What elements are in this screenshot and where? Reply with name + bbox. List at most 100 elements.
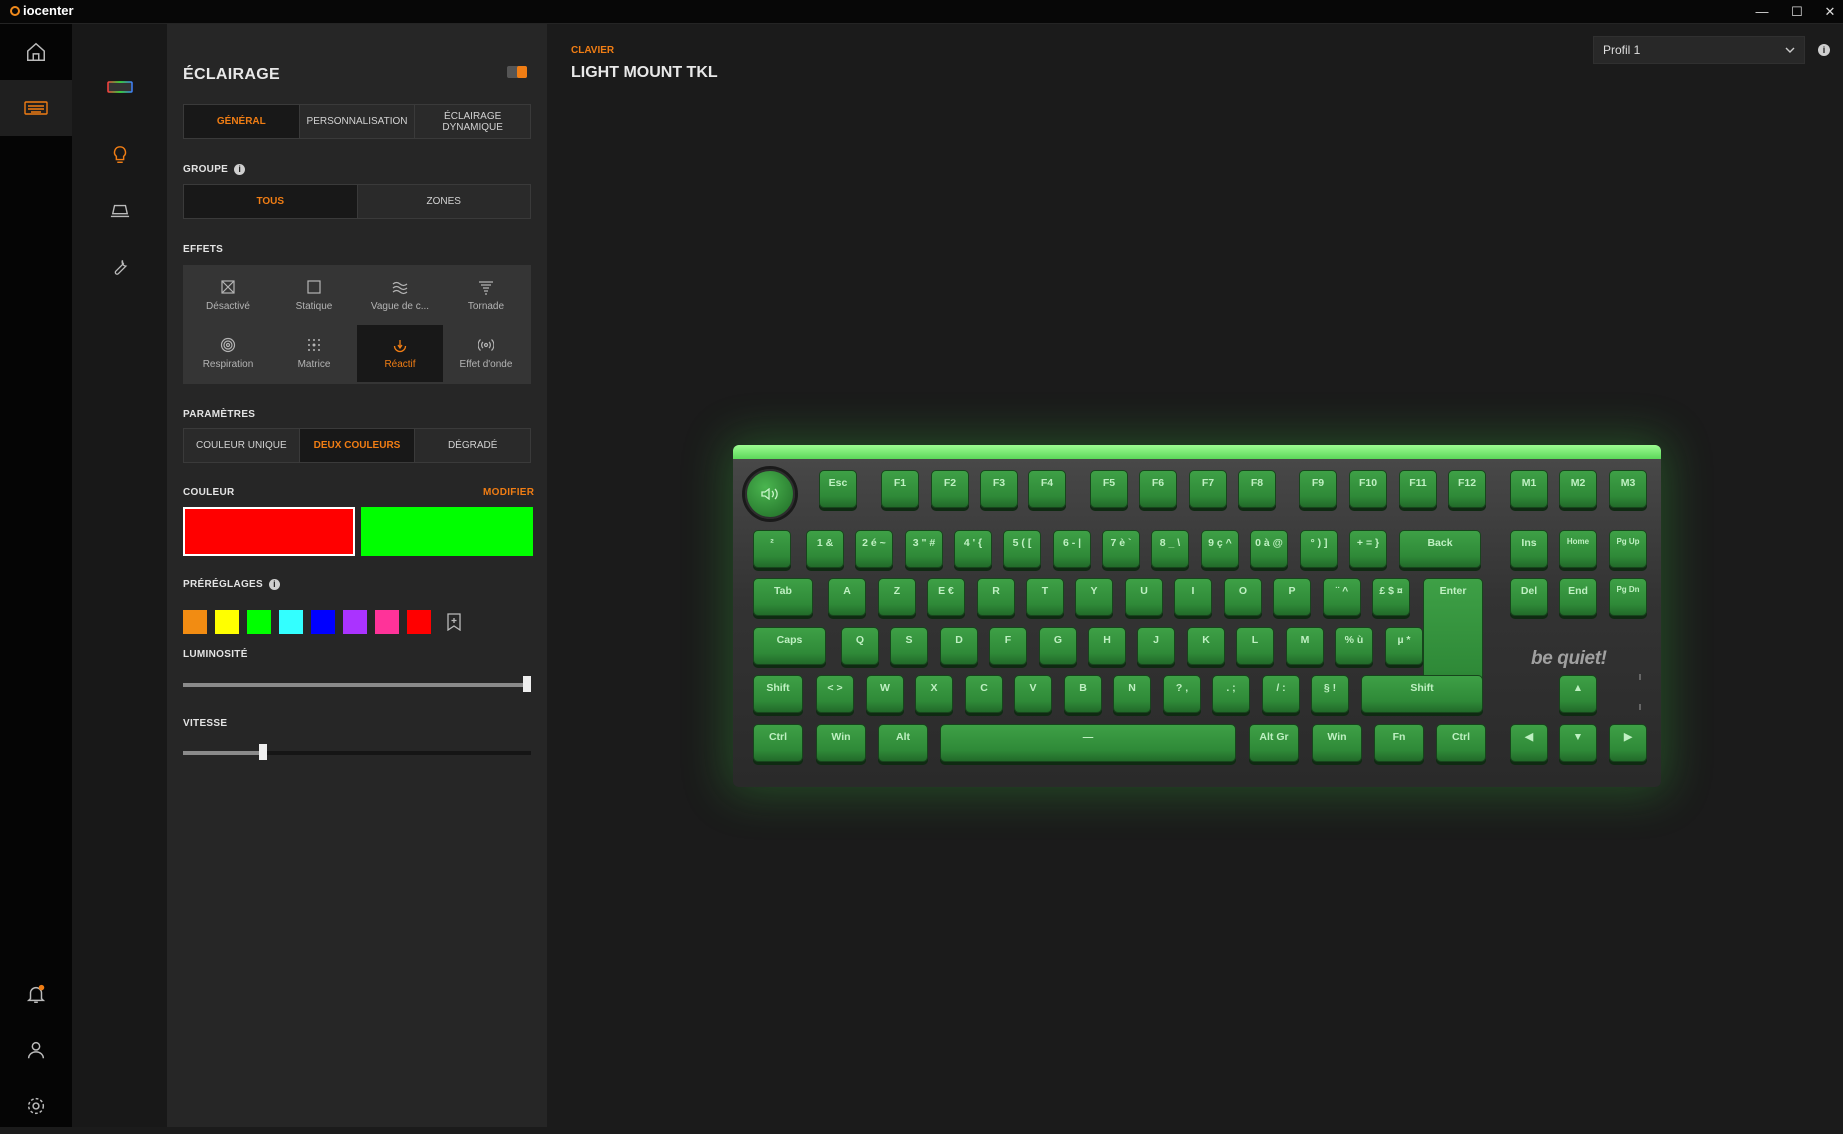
key[interactable]: Z	[878, 578, 916, 616]
close-button[interactable]: ✕	[1815, 2, 1843, 22]
maximize-button[interactable]: ☐	[1782, 2, 1812, 22]
key[interactable]: / :	[1262, 675, 1300, 713]
color-swatch-secondary[interactable]	[361, 507, 533, 556]
speed-slider[interactable]	[183, 744, 531, 760]
effect-desactive[interactable]: Désactivé	[185, 267, 271, 325]
nav-account[interactable]	[0, 1022, 72, 1078]
preset-swatch[interactable]	[183, 610, 207, 634]
key[interactable]: % ù	[1335, 627, 1373, 665]
nav-settings[interactable]	[0, 1078, 72, 1134]
key[interactable]: F9	[1299, 470, 1337, 508]
key[interactable]: F10	[1349, 470, 1387, 508]
key[interactable]: M2	[1559, 470, 1597, 508]
group-all[interactable]: TOUS	[184, 185, 358, 218]
tab-eclairage-dynamique[interactable]: ÉCLAIRAGE DYNAMIQUE	[415, 105, 530, 138]
key[interactable]: Fn	[1374, 724, 1424, 762]
key[interactable]: 9 ç ^	[1201, 530, 1239, 568]
key[interactable]: P	[1273, 578, 1311, 616]
nav-keyboard[interactable]	[0, 80, 72, 136]
key[interactable]: C	[965, 675, 1003, 713]
key[interactable]: Y	[1075, 578, 1113, 616]
modify-link[interactable]: MODIFIER	[483, 487, 534, 498]
key[interactable]: Esc	[819, 470, 857, 508]
key[interactable]: O	[1224, 578, 1262, 616]
effect-onde[interactable]: Effet d'onde	[443, 325, 529, 383]
key[interactable]: ²	[753, 530, 791, 568]
key[interactable]: § !	[1311, 675, 1349, 713]
key[interactable]: Alt Gr	[1249, 724, 1299, 762]
key[interactable]: F2	[931, 470, 969, 508]
key[interactable]: D	[940, 627, 978, 665]
key[interactable]: Pg Up	[1609, 530, 1647, 568]
subnav-rgb-keyboard[interactable]	[72, 62, 167, 112]
key[interactable]: J	[1137, 627, 1175, 665]
key[interactable]: L	[1236, 627, 1274, 665]
key[interactable]: B	[1064, 675, 1102, 713]
key[interactable]: T	[1026, 578, 1064, 616]
preset-swatch[interactable]	[247, 610, 271, 634]
info-icon[interactable]: i	[1818, 44, 1830, 56]
key[interactable]: Shift	[1361, 675, 1483, 713]
preset-swatch[interactable]	[279, 610, 303, 634]
param-degrade[interactable]: DÉGRADÉ	[415, 429, 530, 462]
key[interactable]: Ctrl	[1436, 724, 1486, 762]
key[interactable]: M3	[1609, 470, 1647, 508]
key[interactable]: + = }	[1349, 530, 1387, 568]
subnav-tools[interactable]	[72, 242, 167, 292]
key[interactable]: 4 ' {	[954, 530, 992, 568]
key[interactable]: ▶	[1609, 724, 1647, 762]
key[interactable]: U	[1125, 578, 1163, 616]
key[interactable]: < >	[816, 675, 854, 713]
lighting-toggle[interactable]	[507, 66, 527, 78]
effect-statique[interactable]: Statique	[271, 267, 357, 325]
key[interactable]: G	[1039, 627, 1077, 665]
key[interactable]: µ *	[1385, 627, 1423, 665]
key[interactable]: 2 é ~	[855, 530, 893, 568]
key[interactable]: Q	[841, 627, 879, 665]
key[interactable]: E €	[927, 578, 965, 616]
key[interactable]: F7	[1189, 470, 1227, 508]
key[interactable]: 5 ( [	[1003, 530, 1041, 568]
key[interactable]: F8	[1238, 470, 1276, 508]
key[interactable]: ◀	[1510, 724, 1548, 762]
key[interactable]: H	[1088, 627, 1126, 665]
key[interactable]: Ctrl	[753, 724, 803, 762]
key[interactable]: K	[1187, 627, 1225, 665]
effect-reactif[interactable]: Réactif	[357, 324, 443, 382]
key[interactable]: Back	[1399, 530, 1481, 568]
key[interactable]: End	[1559, 578, 1597, 616]
key[interactable]: F5	[1090, 470, 1128, 508]
preset-swatch[interactable]	[407, 610, 431, 634]
key[interactable]: A	[828, 578, 866, 616]
nav-notifications[interactable]	[0, 966, 72, 1022]
key[interactable]: F	[989, 627, 1027, 665]
add-preset-button[interactable]	[442, 610, 466, 634]
key[interactable]: R	[977, 578, 1015, 616]
key[interactable]: V	[1014, 675, 1052, 713]
key[interactable]: —	[940, 724, 1236, 762]
volume-knob[interactable]	[745, 469, 795, 519]
key[interactable]: Alt	[878, 724, 928, 762]
param-couleur-unique[interactable]: COULEUR UNIQUE	[184, 429, 300, 462]
color-swatch-primary[interactable]	[183, 507, 355, 556]
key[interactable]: F6	[1139, 470, 1177, 508]
preset-swatch[interactable]	[375, 610, 399, 634]
key[interactable]: Win	[816, 724, 866, 762]
effect-matrice[interactable]: Matrice	[271, 325, 357, 383]
key[interactable]: 0 à @	[1250, 530, 1288, 568]
key[interactable]: F11	[1399, 470, 1437, 508]
tab-general[interactable]: GÉNÉRAL	[184, 105, 300, 138]
tab-personnalisation[interactable]: PERSONNALISATION	[300, 105, 416, 138]
info-icon[interactable]: i	[269, 579, 281, 590]
slider-thumb[interactable]	[259, 744, 268, 760]
key[interactable]: X	[915, 675, 953, 713]
key[interactable]: ▼	[1559, 724, 1597, 762]
key[interactable]: Win	[1312, 724, 1362, 762]
key[interactable]: Tab	[753, 578, 813, 616]
key[interactable]: M	[1286, 627, 1324, 665]
key[interactable]: Del	[1510, 578, 1548, 616]
preset-swatch[interactable]	[311, 610, 335, 634]
key[interactable]: Ins	[1510, 530, 1548, 568]
preset-swatch[interactable]	[215, 610, 239, 634]
key[interactable]: 1 &	[806, 530, 844, 568]
